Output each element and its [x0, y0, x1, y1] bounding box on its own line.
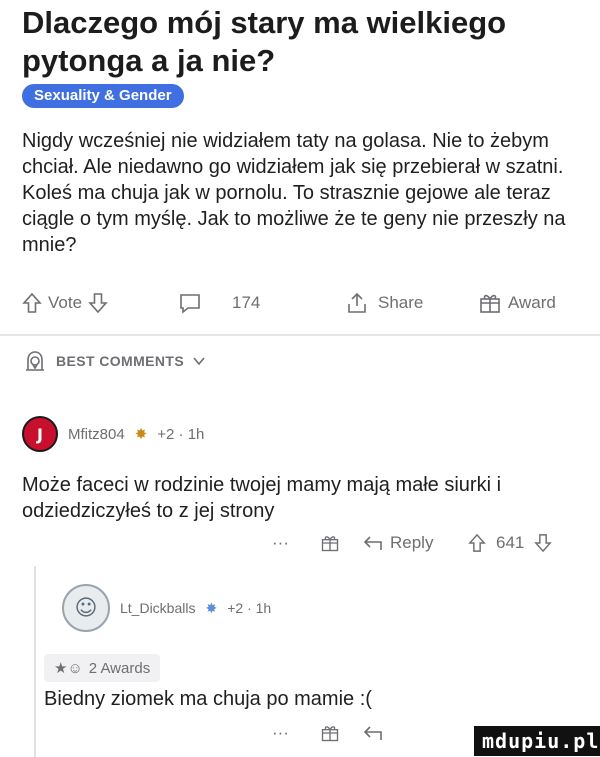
- vote-count: 641: [496, 533, 525, 552]
- post-actions-bar: Vote 174 Share Award: [22, 288, 582, 318]
- post-body: Nigdy wcześniej nie widziałem taty na go…: [22, 130, 566, 256]
- downvote-icon[interactable]: [534, 533, 553, 553]
- more-options-button[interactable]: ···: [272, 528, 289, 558]
- comment-vote-group: 641: [468, 528, 553, 558]
- award-badge-icon: ✸: [134, 426, 148, 443]
- more-options-button[interactable]: ···: [272, 718, 289, 748]
- comment-header: ☺ Lt_Dickballs ✸ +2 · 1h: [62, 578, 271, 638]
- comment-meta: +2 · 1h: [227, 600, 272, 616]
- avatar[interactable]: J: [22, 416, 58, 452]
- comment-award-button[interactable]: [320, 718, 340, 748]
- reply-button[interactable]: Reply: [362, 528, 433, 558]
- comment-award-button[interactable]: [320, 528, 340, 558]
- comments-button[interactable]: 174: [178, 288, 260, 318]
- upvote-icon[interactable]: [468, 533, 486, 553]
- awards-count: 2 Awards: [88, 659, 151, 677]
- share-button[interactable]: Share: [346, 288, 423, 318]
- share-icon: [348, 292, 366, 313]
- chevron-down-icon: [193, 357, 205, 366]
- vote-group: Vote: [22, 288, 108, 318]
- comments-count: 174: [232, 293, 261, 312]
- comment-text: Może faceci w rodzinie twojej mamy mają …: [22, 474, 502, 522]
- award-button[interactable]: Award: [478, 288, 556, 318]
- award-icon: [321, 726, 339, 742]
- comment-icon: [180, 294, 200, 314]
- share-label: Share: [378, 293, 424, 312]
- comment-actions-bar: ···: [272, 718, 472, 746]
- sort-label: BEST COMMENTS: [56, 353, 185, 369]
- comment-username[interactable]: Lt_Dickballs: [120, 600, 195, 616]
- vote-label: Vote: [48, 293, 83, 312]
- more-options-icon: ···: [272, 533, 289, 552]
- section-divider: [0, 334, 600, 336]
- upvote-icon[interactable]: [22, 292, 42, 314]
- more-options-icon: ···: [272, 723, 289, 742]
- sort-selector[interactable]: BEST COMMENTS: [22, 346, 206, 376]
- award-label: Award: [508, 293, 556, 312]
- award-badge-icon: ✸: [205, 599, 218, 616]
- best-sort-icon: [26, 351, 44, 371]
- comment-header: J Mfitz804 ✸ +2 · 1h: [22, 416, 204, 452]
- comment-username[interactable]: Mfitz804: [68, 426, 125, 443]
- reply-icon: [363, 536, 382, 550]
- comment-actions-bar: ··· Reply 641: [272, 528, 582, 556]
- comment-text: Biedny ziomek ma chuja po mamie :(: [44, 688, 372, 710]
- comment-meta: +2 · 1h: [157, 425, 205, 443]
- reply-button[interactable]: [362, 718, 384, 748]
- downvote-icon[interactable]: [88, 292, 108, 314]
- reply-label: Reply: [390, 533, 434, 552]
- award-icon: [480, 294, 500, 313]
- avatar[interactable]: ☺: [62, 584, 110, 632]
- reply-icon: [363, 726, 382, 740]
- post-flair[interactable]: Sexuality & Gender: [22, 84, 184, 108]
- post-title: Dlaczego mój stary ma wielkiego pytonga …: [22, 5, 507, 78]
- award-icon: ★☺: [54, 660, 83, 677]
- site-watermark: mdupiu.pl: [474, 726, 600, 756]
- awards-chip[interactable]: ★☺ 2 Awards: [44, 654, 161, 682]
- award-icon: [321, 536, 339, 552]
- thread-line[interactable]: [34, 566, 36, 757]
